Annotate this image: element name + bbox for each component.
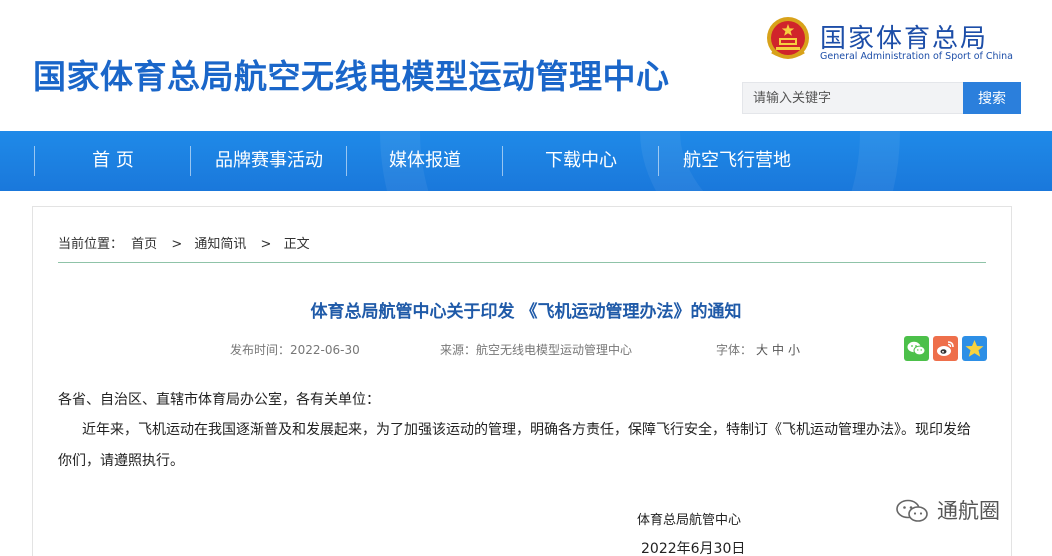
nav-item-media[interactable]: 媒体报道	[348, 131, 502, 191]
nav-divider	[658, 146, 659, 176]
nav-divider	[190, 146, 191, 176]
nav-divider	[34, 146, 35, 176]
search-input[interactable]	[742, 82, 964, 114]
article-paragraph-continued: 你们，请遵照执行。	[58, 453, 184, 469]
wechat-icon[interactable]	[904, 336, 929, 361]
weibo-icon[interactable]	[933, 336, 958, 361]
favorite-star-icon[interactable]	[962, 336, 987, 361]
brand-name-cn: 国家体育总局	[820, 24, 989, 54]
publish-date: 发布时间：2022-06-30	[230, 343, 360, 357]
breadcrumb-separator: >	[171, 237, 183, 252]
breadcrumb: 当前位置： 首页 > 通知简讯 > 正文	[58, 233, 314, 252]
site-header: 国家体育总局航空无线电模型运动管理中心 国家体育总局 General Admin…	[0, 0, 1052, 131]
breadcrumb-separator: >	[260, 237, 272, 252]
nav-item-home[interactable]: 首 页	[36, 131, 190, 191]
search-button[interactable]: 搜索	[963, 82, 1021, 114]
watermark: 通航圈	[893, 496, 1023, 526]
signature-organization: 体育总局航管中心	[637, 513, 742, 528]
breadcrumb-divider	[58, 262, 986, 263]
nav-item-flight-camp[interactable]: 航空飞行营地	[660, 131, 814, 191]
breadcrumb-item-current: 正文	[283, 237, 310, 252]
wechat-outline-icon	[896, 499, 928, 522]
font-size-medium[interactable]: 中	[772, 343, 784, 357]
watermark-text: 通航圈	[937, 499, 1000, 523]
article-greeting: 各省、自治区、直辖市体育局办公室，各有关单位：	[58, 392, 380, 408]
brand-logo[interactable]: 国家体育总局 General Administration of Sport o…	[766, 16, 1013, 66]
nav-item-brand-events[interactable]: 品牌赛事活动	[192, 131, 346, 191]
nav-item-downloads[interactable]: 下载中心	[504, 131, 658, 191]
article-paragraph: 近年来，飞机运动在我国逐渐普及和发展起来，为了加强该运动的管理，明确各方责任，保…	[82, 422, 971, 438]
nav-divider	[502, 146, 503, 176]
site-title[interactable]: 国家体育总局航空无线电模型运动管理中心	[33, 50, 670, 98]
content-panel	[32, 206, 1012, 556]
article-source: 来源：航空无线电模型运动管理中心	[440, 343, 633, 357]
nav-divider	[346, 146, 347, 176]
signature-date: 2022年6月30日	[641, 541, 746, 556]
font-size-large[interactable]: 大	[756, 343, 768, 357]
article-title: 体育总局航管中心关于印发 《飞机运动管理办法》的通知	[310, 302, 742, 322]
breadcrumb-item-home[interactable]: 首页	[131, 237, 157, 252]
font-size-switcher: 字体：大中小	[716, 341, 800, 358]
font-size-label: 字体：	[716, 343, 753, 357]
font-size-small[interactable]: 小	[788, 343, 800, 357]
national-emblem-icon	[766, 16, 810, 62]
breadcrumb-label: 当前位置：	[58, 237, 124, 252]
main-nav: 首 页 品牌赛事活动 媒体报道 下载中心 航空飞行营地	[0, 131, 1052, 191]
brand-name-en: General Administration of Sport of China	[820, 51, 1014, 62]
breadcrumb-item-notices[interactable]: 通知简讯	[194, 237, 246, 252]
